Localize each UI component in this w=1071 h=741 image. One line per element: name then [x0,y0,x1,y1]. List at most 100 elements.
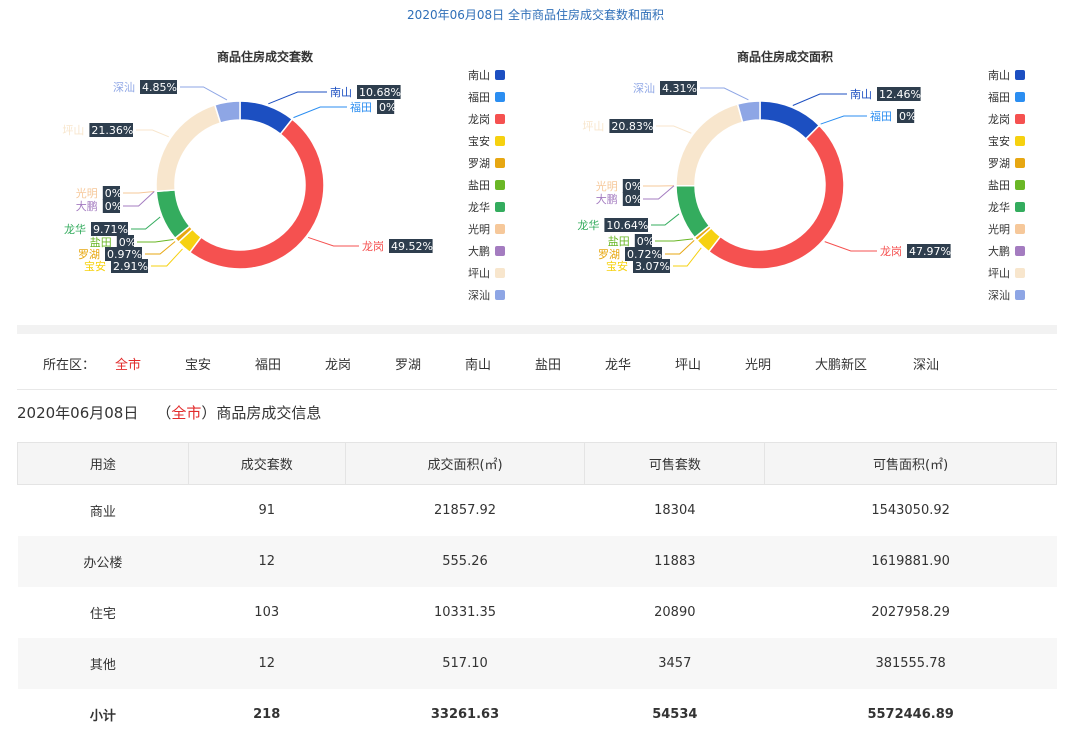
slice-name: 坪山 [62,124,84,137]
legend-item-e59daae5b1b1[interactable]: 坪山 [468,267,505,280]
legend-label: 龙岗 [988,113,1010,126]
slice-label: 宝安 3.07% [606,259,670,273]
cell-sale-area: 1543050.92 [871,502,950,518]
header-sale-area: 可售面积(㎡) [764,442,1057,485]
legend-item-e7bd97e6b996[interactable]: 罗湖 [988,157,1025,170]
leader-line [136,129,169,138]
slice-name: 福田 [870,109,892,123]
slice-label: 深汕 4.85% [113,80,177,94]
legend-item-e79b90e794b0[interactable]: 盐田 [988,179,1025,192]
slice-name: 盐田 [90,236,112,249]
leader-line [145,241,176,255]
slice-value: 47.97% [909,245,951,258]
district-item-guangming[interactable]: 光明 [745,354,771,373]
slice-name: 南山 [850,88,872,101]
cell-deal-units: 12 [188,535,346,587]
legend-item-e9be99e58d8e[interactable]: 龙华 [468,200,505,214]
cell-usage: 小计 [89,708,116,724]
legend-item-e9be99e58d8e[interactable]: 龙华 [988,200,1025,214]
legend-item-e59daae5b1b1[interactable]: 坪山 [988,267,1025,280]
legend-swatch [495,70,505,80]
leader-line [820,115,867,125]
leader-line [792,93,847,106]
chart-title: 商品住房成交套数 [217,49,314,64]
cell-sale-units: 20890 [654,604,696,620]
info-suffix: 商品房成交信息 [216,404,322,422]
slice-value: 4.85% [142,81,177,94]
leader-line [824,241,877,252]
legend-item-e6b7b1e6b195[interactable]: 深汕 [988,289,1025,302]
slice-name: 龙华 [64,222,86,236]
legend-swatch [1015,268,1025,278]
slice-label: 大鹏 0% [76,199,122,213]
pie-slice-e9be99e5b297[interactable] [707,124,845,270]
slice-value: 2.91% [113,260,148,273]
slice-value: 21.36% [91,124,133,137]
table-row: 办公楼 12 555.26 11883 1619881.90 [17,535,1057,587]
district-item-futian[interactable]: 福田 [255,354,281,373]
slice-name: 光明 [76,186,98,200]
cell-deal-units: 218 [253,706,281,722]
slice-value: 0% [119,236,136,249]
leader-line [655,238,694,242]
legend-label: 大鹏 [468,244,490,258]
slice-label: 光明 0% [596,179,642,193]
leader-line [180,86,228,101]
district-item-luohu[interactable]: 罗湖 [395,354,421,373]
cell-deal-area: 21857.92 [434,502,497,518]
legend-label: 深汕 [468,289,490,302]
district-item-pingshan[interactable]: 坪山 [675,354,701,373]
info-date: 2020年06月08日 [17,404,139,422]
slice-value: 0% [625,193,642,206]
slice-value: 0.97% [107,248,142,261]
legend-item-e5a4a7e9b98f[interactable]: 大鹏 [988,244,1025,258]
leader-line [137,238,174,243]
leader-line [123,191,155,194]
legend-item-e5ae9de5ae89[interactable]: 宝安 [468,134,505,148]
district-item-longhua[interactable]: 龙华 [605,354,631,373]
legend-item-e7a68fe794b0[interactable]: 福田 [988,90,1025,104]
legend-item-e58589e6988e[interactable]: 光明 [468,222,505,236]
leader-line [665,240,695,255]
legend-item-e6b7b1e6b195[interactable]: 深汕 [468,289,505,302]
slice-label: 深汕 4.31% [633,81,697,95]
slice-name: 罗湖 [78,248,100,261]
legend-label: 龙华 [988,200,1010,214]
legend-swatch [1015,180,1025,190]
district-item-nanshan[interactable]: 南山 [465,354,491,373]
legend-label: 盐田 [468,179,490,192]
leader-line [673,247,702,267]
legend-swatch [495,290,505,300]
slice-label: 坪山 20.83% [582,119,653,133]
district-item-baoan[interactable]: 宝安 [185,354,211,373]
pie-slice-e58d97e5b1b1[interactable] [759,100,821,140]
legend-label: 福田 [988,90,1010,104]
cell-usage: 住宅 [89,606,116,622]
district-item-longgang[interactable]: 龙岗 [325,354,351,373]
cell-sale-area: 2027958.29 [871,604,950,620]
legend-item-e79b90e794b0[interactable]: 盐田 [468,179,505,192]
district-item-yantian[interactable]: 盐田 [535,354,561,373]
legend-item-e58589e6988e[interactable]: 光明 [988,222,1025,236]
district-item-shenshan[interactable]: 深汕 [913,354,939,373]
legend-item-e5a4a7e9b98f[interactable]: 大鹏 [468,244,505,258]
pie-slice-e9be99e5b297[interactable] [188,118,325,270]
cell-deal-area: 555.26 [345,535,585,587]
pie-slice-e9be99e58d8e[interactable] [675,184,711,239]
legend-item-e7bd97e6b996[interactable]: 罗湖 [468,157,505,170]
legend-item-e58d97e5b1b1[interactable]: 南山 [468,69,505,82]
pie-slice-e9be99e58d8e[interactable] [155,189,191,240]
pie-slice-e59daae5b1b1[interactable] [675,103,744,187]
legend-item-e5ae9de5ae89[interactable]: 宝安 [988,134,1025,148]
legend-item-e58d97e5b1b1[interactable]: 南山 [988,69,1025,82]
district-item-dapeng[interactable]: 大鹏新区 [815,354,867,373]
legend-item-e9be99e5b297[interactable]: 龙岗 [468,113,505,126]
legend-item-e7a68fe794b0[interactable]: 福田 [468,90,505,104]
slice-value: 12.46% [879,88,921,101]
district-item-all[interactable]: 全市 [115,354,141,373]
pie-slice-e59daae5b1b1[interactable] [155,103,222,193]
leader-line [656,125,692,134]
slice-name: 宝安 [84,259,106,273]
legend-label: 坪山 [468,267,490,280]
legend-item-e9be99e5b297[interactable]: 龙岗 [988,113,1025,126]
